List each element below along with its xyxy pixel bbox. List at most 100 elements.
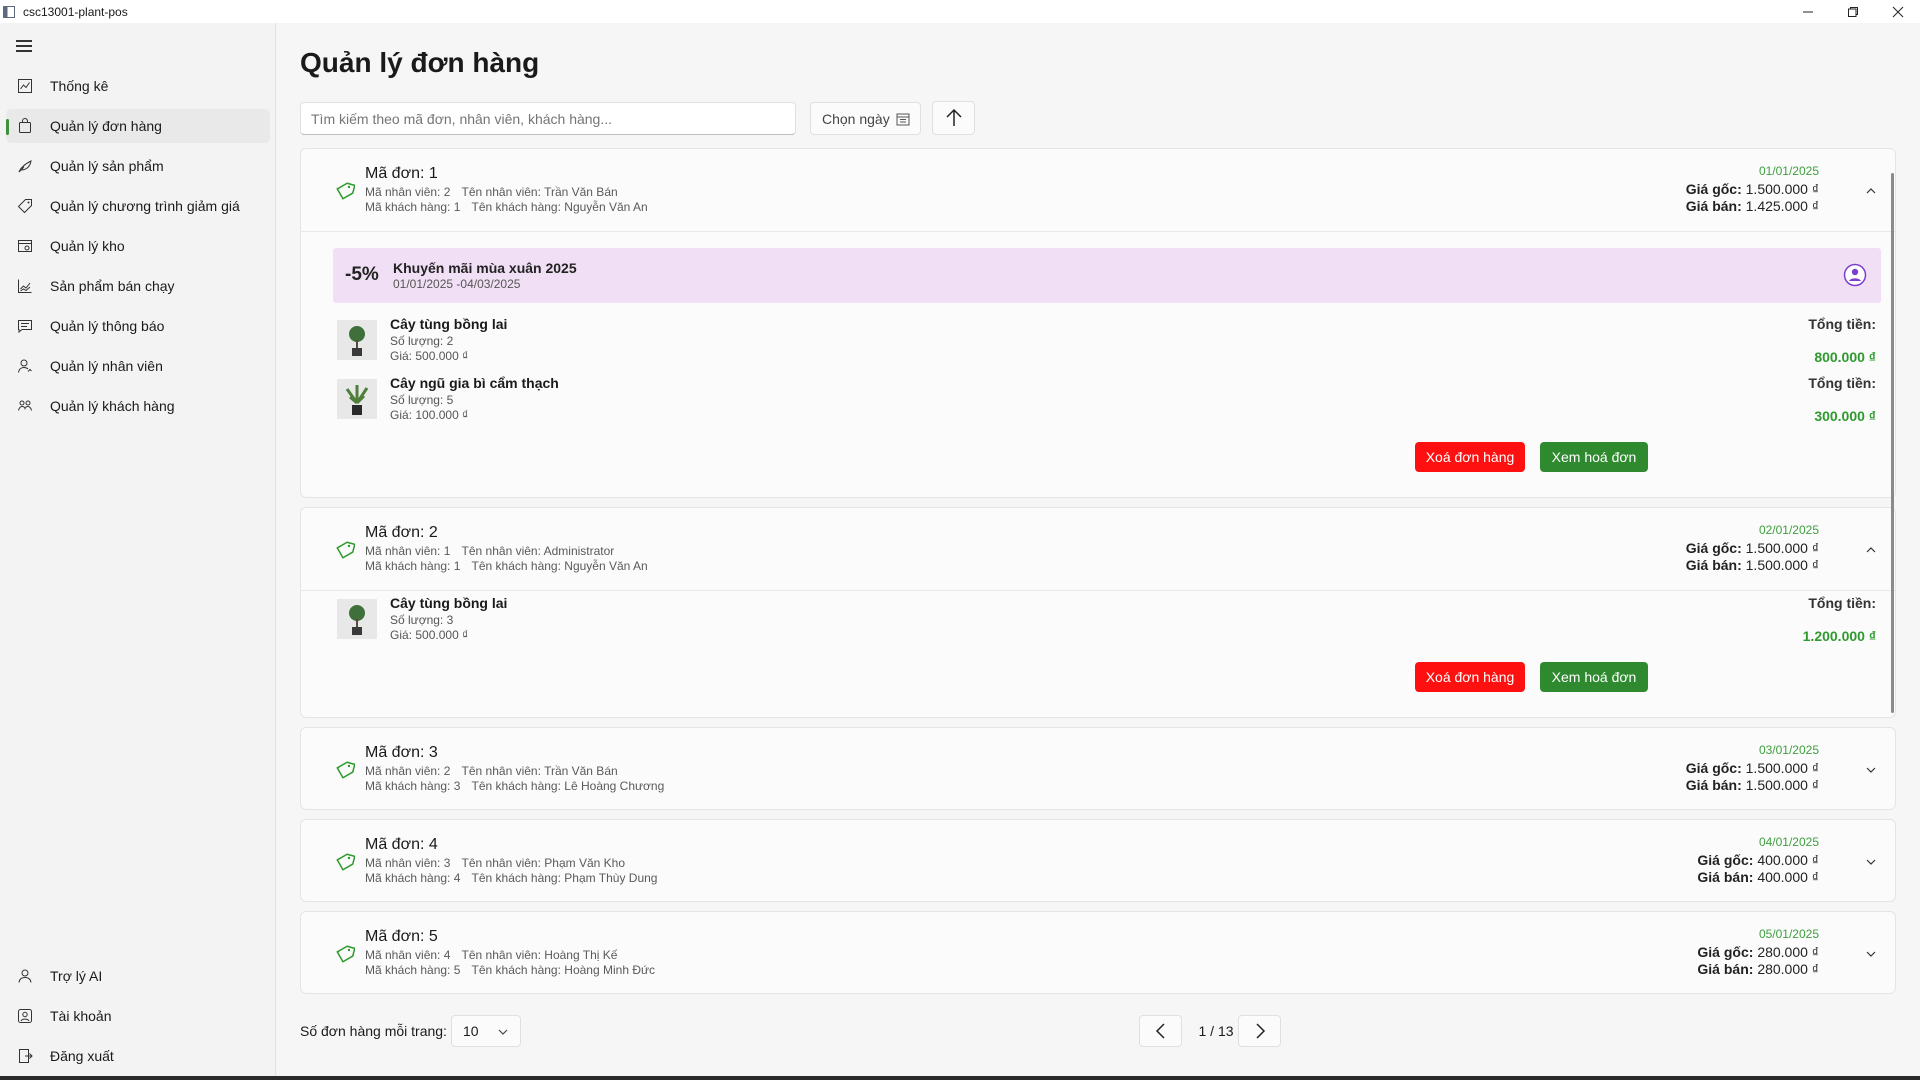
customer-id: 4 (453, 871, 461, 885)
order-id: Mã đơn: 2 (365, 524, 438, 541)
person-icon (16, 357, 34, 375)
product-quantity: Số lượng: 2 (390, 334, 453, 348)
sidebar-item-khach-hang[interactable]: Quản lý khách hàng (6, 389, 270, 423)
sidebar-item-don-hang[interactable]: Quản lý đơn hàng (6, 109, 270, 143)
people-icon (16, 397, 34, 415)
sidebar-item-ban-chay[interactable]: Sản phẩm bán chạy (6, 269, 270, 303)
order-header[interactable]: Mã đơn: 4 Mã nhân viên: 3 Tên nhân viên:… (301, 820, 1895, 903)
sale-price: Giá bán: 1.500.000 ₫ (1686, 557, 1819, 573)
hamburger-menu-icon[interactable] (16, 40, 32, 52)
employee-name: Hoàng Thị Kế (544, 948, 618, 962)
order-customer: Mã khách hàng: 5 Tên khách hàng: Hoàng M… (365, 963, 655, 977)
sale-price-value: 280.000 ₫ (1757, 961, 1819, 977)
unit-price-value: 500.000 ₫ (415, 349, 469, 363)
sidebar-item-thong-bao[interactable]: Quản lý thông báo (6, 309, 270, 343)
order-header[interactable]: Mã đơn: 3 Mã nhân viên: 2 Tên nhân viên:… (301, 728, 1895, 811)
sort-button[interactable] (932, 101, 975, 135)
sidebar-item-giam-gia[interactable]: Quản lý chương trình giảm giá (6, 189, 270, 223)
product-name: Cây tùng bồng lai (390, 316, 508, 332)
customer-id-label: Mã khách hàng: (365, 779, 451, 793)
per-page-select[interactable]: 10 (451, 1015, 521, 1047)
total-label: Tổng tiền: (1808, 316, 1876, 332)
quantity-value: 5 (446, 393, 454, 407)
customer-id-label: Mã khách hàng: (365, 963, 451, 977)
customer-name-label: Tên khách hàng: (471, 871, 561, 885)
original-price: Giá gốc: 280.000 ₫ (1697, 944, 1819, 960)
warehouse-icon (16, 237, 34, 255)
order-card[interactable]: Mã đơn: 3 Mã nhân viên: 2 Tên nhân viên:… (300, 727, 1896, 810)
search-input[interactable] (300, 102, 796, 135)
restore-button[interactable] (1830, 0, 1875, 23)
delete-order-button[interactable]: Xoá đơn hàng (1415, 662, 1525, 692)
message-icon (16, 317, 34, 335)
trend-chart-icon (16, 277, 34, 295)
chevron-down-icon[interactable] (1865, 948, 1877, 960)
order-header[interactable]: Mã đơn: 1 Mã nhân viên: 2 Tên nhân viên:… (301, 149, 1895, 232)
sidebar-item-tai-khoan[interactable]: Tài khoản (6, 999, 270, 1033)
original-price-label: Giá gốc: (1685, 181, 1742, 197)
promotion-banner: -5% Khuyến mãi mùa xuân 2025 01/01/2025 … (333, 248, 1881, 303)
scrollbar[interactable] (1891, 173, 1894, 713)
shopping-bag-icon (16, 117, 34, 135)
sidebar-item-tro-ly-ai[interactable]: Trợ lý AI (6, 959, 270, 993)
sidebar-item-kho[interactable]: Quản lý kho (6, 229, 270, 263)
sidebar-item-san-pham[interactable]: Quản lý sản phẩm (6, 149, 270, 183)
order-item: Cây ngũ gia bì cẩm thạch Số lượng: 5 Giá… (333, 375, 1881, 427)
order-id: Mã đơn: 3 (365, 744, 438, 761)
page-indicator: 1 / 13 (1198, 1023, 1234, 1039)
sale-price: Giá bán: 280.000 ₫ (1697, 961, 1819, 977)
view-invoice-button[interactable]: Xem hoá đơn (1540, 662, 1648, 692)
sale-price: Giá bán: 1.500.000 ₫ (1686, 777, 1819, 793)
original-price-value: 1.500.000 ₫ (1745, 540, 1819, 556)
close-button[interactable] (1875, 0, 1920, 23)
next-page-button[interactable] (1238, 1015, 1281, 1047)
sale-price-label: Giá bán: (1697, 961, 1754, 977)
sidebar-item-nhan-vien[interactable]: Quản lý nhân viên (6, 349, 270, 383)
quantity-value: 2 (446, 334, 454, 348)
order-id: Mã đơn: 5 (365, 928, 438, 945)
order-employee: Mã nhân viên: 2 Tên nhân viên: Trần Văn … (365, 185, 618, 199)
customer-name: Lê Hoàng Chương (564, 779, 665, 793)
employee-name-label: Tên nhân viên: (461, 948, 541, 962)
employee-name-label: Tên nhân viên: (461, 764, 541, 778)
order-date: 05/01/2025 (1758, 927, 1819, 941)
customer-name-label: Tên khách hàng: (471, 559, 561, 573)
user-circle-icon[interactable] (1843, 263, 1867, 287)
order-card[interactable]: Mã đơn: 5 Mã nhân viên: 4 Tên nhân viên:… (300, 911, 1896, 994)
chevron-up-icon[interactable] (1865, 185, 1877, 197)
chevron-up-icon[interactable] (1865, 544, 1877, 556)
sale-price-value: 1.500.000 ₫ (1745, 777, 1819, 793)
product-price: Giá: 100.000 ₫ (390, 408, 468, 422)
quantity-value: 3 (446, 613, 454, 627)
sidebar-item-label: Quản lý chương trình giảm giá (50, 198, 240, 214)
promotion-name: Khuyến mãi mùa xuân 2025 (393, 260, 577, 276)
order-card[interactable]: Mã đơn: 4 Mã nhân viên: 3 Tên nhân viên:… (300, 819, 1896, 902)
sale-price-label: Giá bán: (1685, 198, 1742, 214)
employee-name: Trần Văn Bán (544, 764, 618, 778)
product-name: Cây tùng bồng lai (390, 595, 508, 611)
order-header[interactable]: Mã đơn: 2 Mã nhân viên: 1 Tên nhân viên:… (301, 508, 1895, 591)
view-invoice-button[interactable]: Xem hoá đơn (1540, 442, 1648, 472)
order-header[interactable]: Mã đơn: 5 Mã nhân viên: 4 Tên nhân viên:… (301, 912, 1895, 995)
employee-id: 1 (443, 544, 451, 558)
order-id: Mã đơn: 4 (365, 836, 438, 853)
order-date: 03/01/2025 (1758, 743, 1819, 757)
order-customer: Mã khách hàng: 1 Tên khách hàng: Nguyễn … (365, 200, 648, 214)
sidebar-item-label: Quản lý đơn hàng (50, 118, 162, 134)
bot-icon (16, 967, 34, 985)
date-picker[interactable]: Chọn ngày (810, 102, 921, 135)
sidebar-item-label: Quản lý sản phẩm (50, 158, 164, 174)
minimize-button[interactable] (1785, 0, 1830, 23)
chevron-down-icon[interactable] (1865, 856, 1877, 868)
sidebar-item-thong-ke[interactable]: Thống kê (6, 69, 270, 103)
sale-price-label: Giá bán: (1685, 777, 1742, 793)
customer-id: 5 (453, 963, 461, 977)
order-employee: Mã nhân viên: 3 Tên nhân viên: Phạm Văn … (365, 856, 625, 870)
previous-page-button[interactable] (1139, 1015, 1182, 1047)
chevron-down-icon (498, 1029, 508, 1035)
chevron-down-icon[interactable] (1865, 764, 1877, 776)
product-image (337, 599, 377, 639)
sidebar-item-dang-xuat[interactable]: Đăng xuất (6, 1039, 270, 1073)
delete-order-button[interactable]: Xoá đơn hàng (1415, 442, 1525, 472)
original-price-label: Giá gốc: (1685, 540, 1742, 556)
